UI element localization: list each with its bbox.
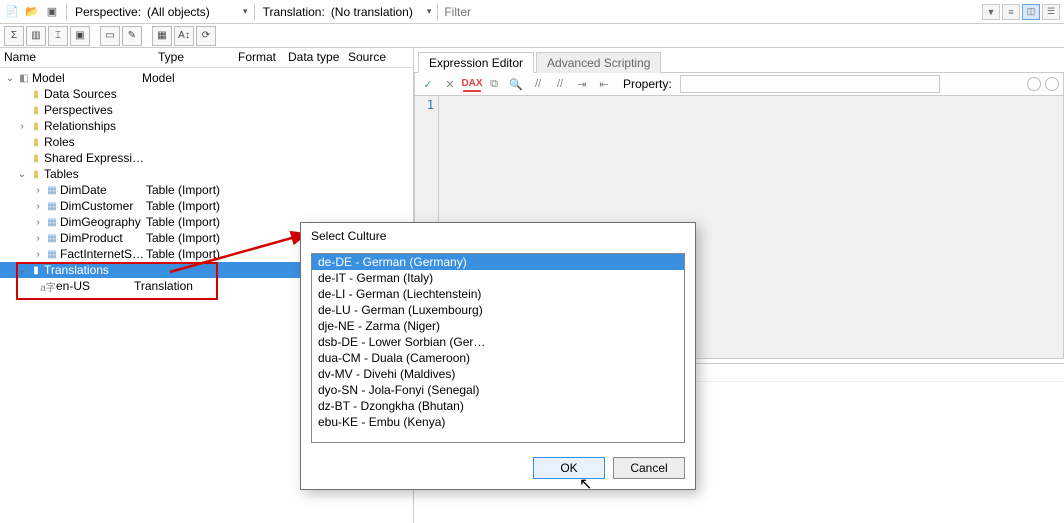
tree-roles[interactable]: ▮ Roles xyxy=(0,134,413,150)
col-format[interactable]: Format xyxy=(234,48,284,67)
perspective-label: Perspective: xyxy=(73,5,143,19)
cancel-icon[interactable]: ✕ xyxy=(441,76,459,92)
dax-icon[interactable]: DAX xyxy=(463,76,481,92)
comment-icon[interactable]: // xyxy=(529,76,547,92)
filter-input[interactable] xyxy=(444,5,544,19)
hierarchy-icon[interactable]: ⌶ xyxy=(48,26,68,46)
list-item[interactable]: dv-MV - Divehi (Maldives) xyxy=(312,366,684,382)
col-source[interactable]: Source xyxy=(344,48,394,67)
list-item[interactable]: ebu-KE - Embu (Kenya) xyxy=(312,414,684,430)
col-name[interactable]: Name xyxy=(0,48,154,67)
outdent-icon[interactable]: ⇤ xyxy=(595,76,613,92)
main-toolbar: 📄 📂 ▣ Perspective: (All objects) ▾ Trans… xyxy=(0,0,1064,24)
list-item[interactable]: dyo-SN - Jola-Fonyi (Senegal) xyxy=(312,382,684,398)
perspective-dropdown[interactable]: (All objects) xyxy=(147,5,237,19)
chevron-down-icon[interactable]: ▾ xyxy=(427,6,432,17)
list-item[interactable]: de-DE - German (Germany) xyxy=(312,254,684,270)
cancel-button[interactable]: Cancel xyxy=(613,457,685,479)
nav-back-icon[interactable] xyxy=(1027,77,1041,91)
list-item[interactable]: dz-BT - Dzongkha (Bhutan) xyxy=(312,398,684,414)
editor-toolbar: ✓ ✕ DAX ⧉ 🔍 // // ⇥ ⇤ Property: xyxy=(414,72,1064,96)
script-icon[interactable]: ✎ xyxy=(122,26,142,46)
columns-icon[interactable]: ▥ xyxy=(26,26,46,46)
new-icon[interactable]: 📄 xyxy=(4,4,20,20)
filter-bars-icon[interactable]: ≡ xyxy=(1002,4,1020,20)
tab-expression-editor[interactable]: Expression Editor xyxy=(418,52,534,73)
find-icon[interactable]: 🔍 xyxy=(507,76,525,92)
cube-icon[interactable]: ▣ xyxy=(44,4,60,20)
secondary-toolbar: Σ ▥ ⌶ ▣ ▭ ✎ ▦ A↕ ⟳ xyxy=(0,24,1064,48)
list-item[interactable]: dua-CM - Duala (Cameroon) xyxy=(312,350,684,366)
list-item[interactable]: de-LU - German (Luxembourg) xyxy=(312,302,684,318)
uncomment-icon[interactable]: // xyxy=(551,76,569,92)
accept-icon[interactable]: ✓ xyxy=(419,76,437,92)
property-label: Property: xyxy=(623,77,672,91)
tree-tables[interactable]: ⌄▮ Tables xyxy=(0,166,413,182)
list-item[interactable]: dje-NE - Zarma (Niger) xyxy=(312,318,684,334)
layout-icon[interactable]: ◫ xyxy=(1022,4,1040,20)
copy-icon[interactable]: ⧉ xyxy=(485,76,503,92)
list-item[interactable]: dsb-DE - Lower Sorbian (Ger… xyxy=(312,334,684,350)
folder-icon[interactable]: ▭ xyxy=(100,26,120,46)
tree-column-headers: Name Type Format Data type Source xyxy=(0,48,413,68)
list-item[interactable]: de-IT - German (Italy) xyxy=(312,270,684,286)
tree-shared-expressions[interactable]: ▮ Shared Expressi… xyxy=(0,150,413,166)
tree-relationships[interactable]: ›▮ Relationships xyxy=(0,118,413,134)
tree-dimcustomer[interactable]: ›▦ DimCustomerTable (Import) xyxy=(0,198,413,214)
property-dropdown[interactable] xyxy=(680,75,940,93)
funnel-icon[interactable]: ▼ xyxy=(982,4,1000,20)
chevron-down-icon[interactable]: ▾ xyxy=(243,6,248,17)
dialog-title: Select Culture xyxy=(301,223,695,249)
translation-label: Translation: xyxy=(261,5,327,19)
list-item[interactable]: de-LI - German (Liechtenstein) xyxy=(312,286,684,302)
tab-advanced-scripting[interactable]: Advanced Scripting xyxy=(536,52,661,73)
grid-icon[interactable]: ▦ xyxy=(152,26,172,46)
mouse-cursor: ↖ xyxy=(579,474,592,494)
culture-listbox[interactable]: de-DE - German (Germany) de-IT - German … xyxy=(311,253,685,443)
tree-data-sources[interactable]: ▮ Data Sources xyxy=(0,86,413,102)
sum-icon[interactable]: Σ xyxy=(4,26,24,46)
tree-model[interactable]: ⌄◧ ModelModel xyxy=(0,70,413,86)
nav-forward-icon[interactable] xyxy=(1045,77,1059,91)
sort-icon[interactable]: A↕ xyxy=(174,26,194,46)
tree-perspectives[interactable]: ▮ Perspectives xyxy=(0,102,413,118)
ok-button[interactable]: OK xyxy=(533,457,605,479)
box-icon[interactable]: ▣ xyxy=(70,26,90,46)
translation-dropdown[interactable]: (No translation) xyxy=(331,5,421,19)
list-icon[interactable]: ☰ xyxy=(1042,4,1060,20)
col-datatype[interactable]: Data type xyxy=(284,48,344,67)
select-culture-dialog: Select Culture de-DE - German (Germany) … xyxy=(300,222,696,490)
refresh-icon[interactable]: ⟳ xyxy=(196,26,216,46)
col-type[interactable]: Type xyxy=(154,48,234,67)
indent-icon[interactable]: ⇥ xyxy=(573,76,591,92)
open-icon[interactable]: 📂 xyxy=(24,4,40,20)
tree-dimdate[interactable]: ›▦ DimDateTable (Import) xyxy=(0,182,413,198)
